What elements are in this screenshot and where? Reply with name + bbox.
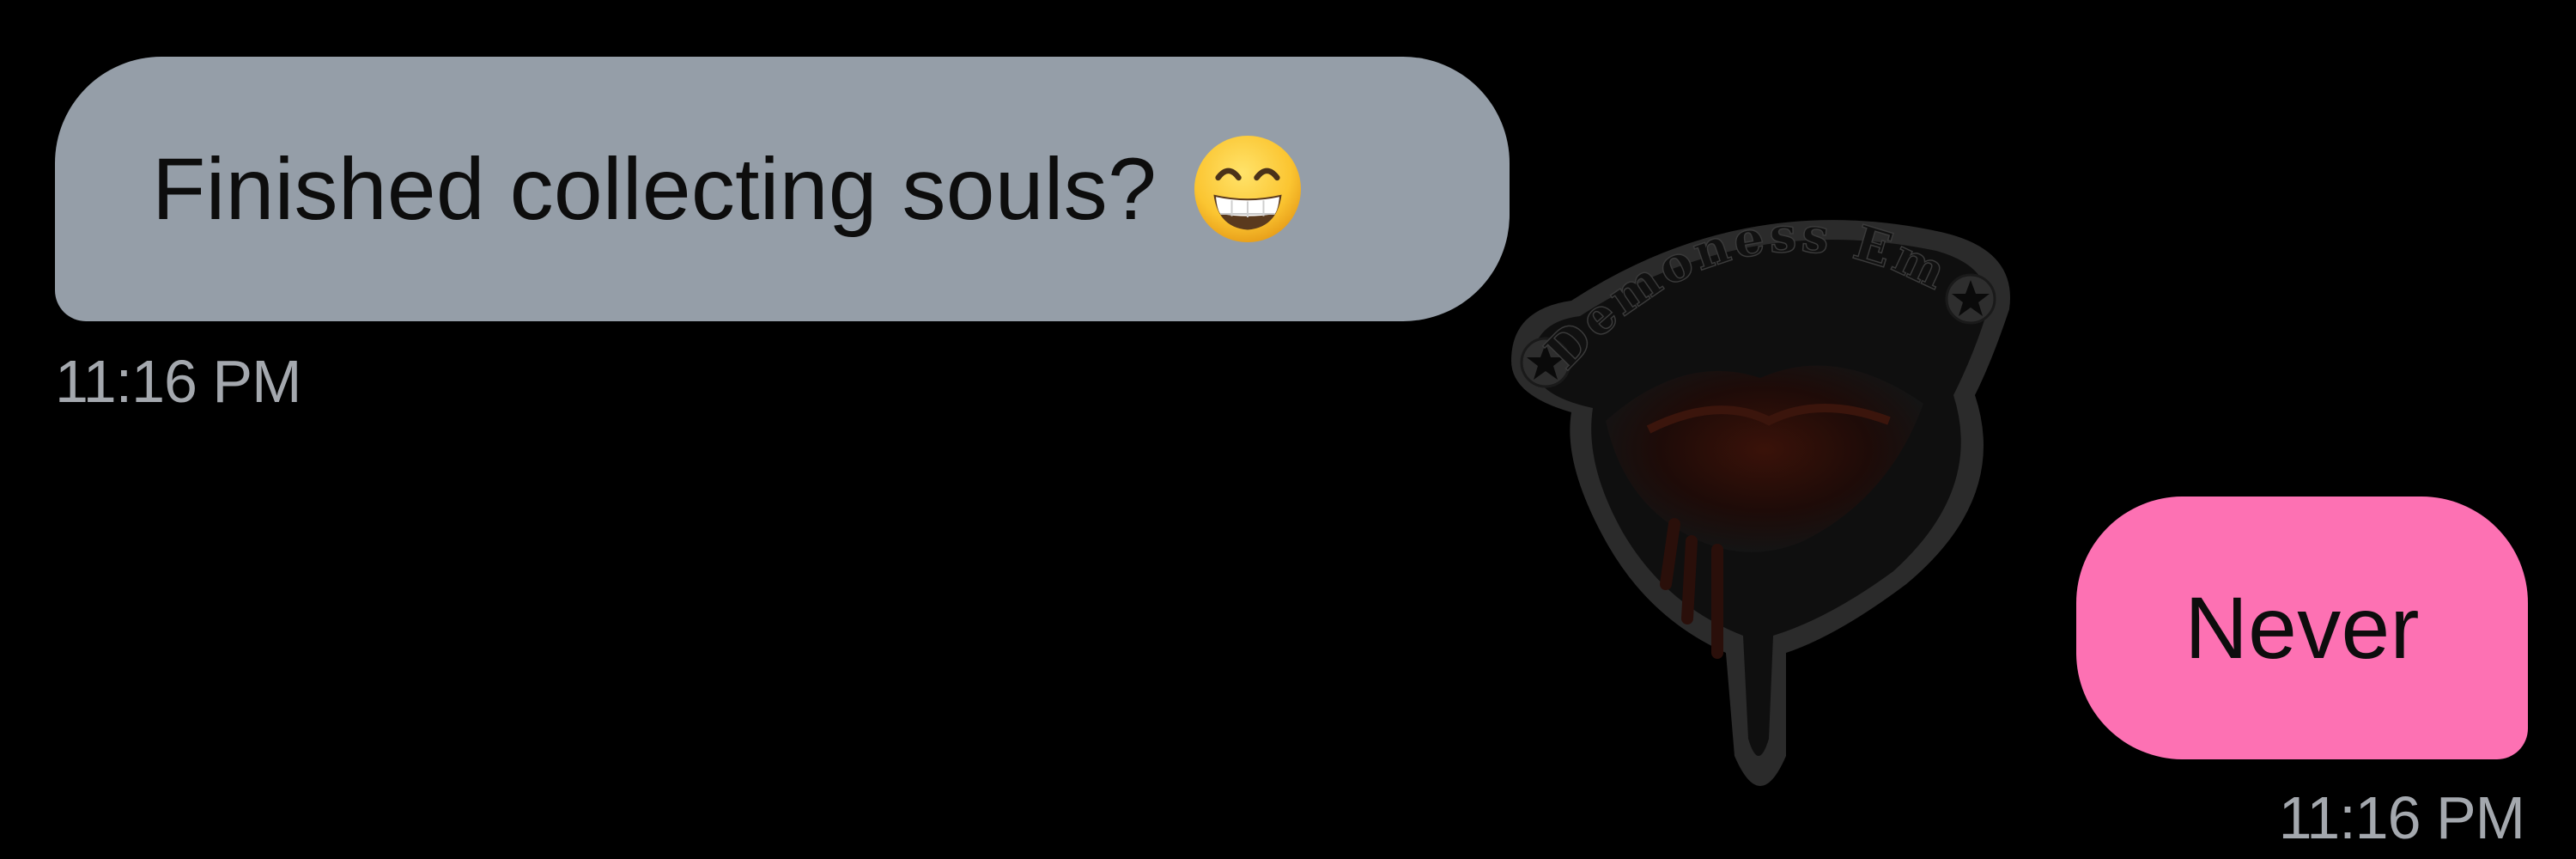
grinning-face-with-smiling-eyes-icon xyxy=(1194,135,1302,243)
incoming-message-text: Finished collecting souls? xyxy=(152,139,1157,238)
demoness-em-watermark-logo: Demoness Em xyxy=(1511,206,2010,787)
chat-thread: Demoness Em Finished collecting souls? 1… xyxy=(0,0,2576,859)
incoming-message-timestamp: 11:16 PM xyxy=(55,348,301,415)
outgoing-message-text: Never xyxy=(2184,578,2420,677)
incoming-message-bubble[interactable]: Finished collecting souls? xyxy=(55,57,1510,321)
outgoing-message-bubble[interactable]: Never xyxy=(2076,497,2528,759)
outgoing-message-timestamp: 11:16 PM xyxy=(2278,784,2525,851)
